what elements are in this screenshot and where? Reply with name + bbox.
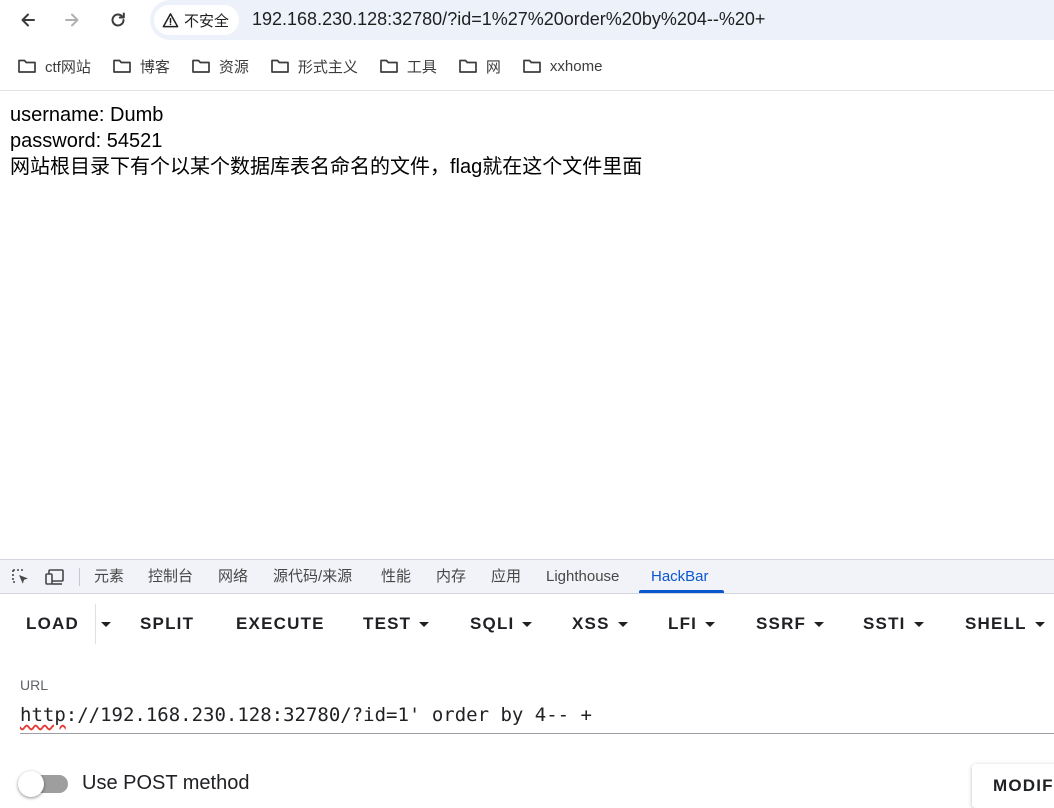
tab-network[interactable]: 网络: [218, 560, 248, 593]
url-scheme: http: [20, 704, 66, 726]
reload-button[interactable]: [104, 6, 132, 34]
bookmark-label: 工具: [406, 58, 437, 76]
bookmark-label: xxhome: [549, 57, 603, 75]
split-label: SPLIT: [140, 614, 195, 633]
dropdown-caret-icon: [913, 621, 924, 627]
ssti-label: SSTI: [863, 614, 906, 633]
bookmark-label: 形式主义: [297, 58, 358, 76]
devtools-tabbar: 元素 控制台 网络 源代码/来源 性能 内存 应用 Lighthouse Hac…: [0, 559, 1054, 594]
folder-icon: [459, 59, 477, 73]
sqli-label: SQLI: [470, 614, 515, 633]
load-button[interactable]: LOAD: [26, 614, 79, 634]
dropdown-caret-icon: [419, 621, 430, 627]
url-text[interactable]: 192.168.230.128:32780/?id=1%27%20order%2…: [252, 9, 765, 30]
tabbar-separator: [79, 568, 80, 586]
xss-label: XSS: [572, 614, 610, 633]
split-button[interactable]: SPLIT: [140, 614, 194, 634]
test-label: TEST: [363, 614, 412, 633]
shell-label: SHELL: [965, 614, 1027, 633]
xss-menu-button[interactable]: XSS: [572, 614, 628, 634]
security-chip[interactable]: 不安全: [154, 5, 240, 35]
bookmark-folder-formalism[interactable]: 形式主义: [270, 51, 358, 81]
url-remainder: ://192.168.230.128:32780/?id=1' order by…: [65, 704, 592, 726]
ssrf-label: SSRF: [756, 614, 807, 633]
bookmark-folder-ctf[interactable]: ctf网站: [17, 51, 91, 81]
tab-hackbar[interactable]: HackBar: [651, 560, 709, 593]
security-label: 不安全: [184, 12, 230, 30]
load-label: LOAD: [26, 614, 79, 633]
reload-icon: [111, 12, 125, 27]
device-toolbar-icon[interactable]: [44, 567, 66, 587]
test-menu-button[interactable]: TEST: [363, 614, 430, 634]
dropdown-caret-icon: [617, 621, 628, 627]
dropdown-caret-icon: [705, 621, 716, 627]
post-method-toggle-knob[interactable]: [18, 771, 44, 797]
tab-console[interactable]: 控制台: [148, 560, 193, 593]
folder-icon: [18, 59, 36, 73]
bookmark-label: 资源: [218, 58, 249, 76]
bookmarks-bar: ctf网站 博客 资源 形式主义 工具 网 xxhome: [0, 46, 1054, 86]
hackbar-toolbar: LOAD SPLIT EXECUTE TEST SQLI XSS LFI SSR…: [0, 594, 1054, 654]
inspect-element-icon[interactable]: [10, 567, 32, 587]
tab-elements[interactable]: 元素: [94, 560, 124, 593]
tab-sources[interactable]: 源代码/来源: [273, 560, 352, 593]
post-method-label: Use POST method: [82, 772, 250, 794]
tab-memory[interactable]: 内存: [436, 560, 466, 593]
folder-icon: [380, 59, 398, 73]
tab-performance[interactable]: 性能: [381, 560, 411, 593]
bookmark-folder-blog[interactable]: 博客: [112, 51, 170, 81]
hackbar-url-input[interactable]: http://192.168.230.128:32780/?id=1' orde…: [20, 701, 1054, 734]
username-line: username: Dumb: [10, 104, 164, 126]
lfi-menu-button[interactable]: LFI: [668, 614, 716, 634]
folder-icon: [192, 59, 210, 73]
browser-toolbar: 不安全 192.168.230.128:32780/?id=1%27%20ord…: [0, 0, 1054, 40]
active-tab-indicator: [639, 590, 724, 593]
load-dropdown-icon[interactable]: [101, 622, 111, 627]
lfi-label: LFI: [668, 614, 698, 633]
dropdown-caret-icon: [522, 621, 533, 627]
execute-button[interactable]: EXECUTE: [236, 614, 325, 634]
hint-line: 网站根目录下有个以某个数据库表名命名的文件，flag就在这个文件里面: [10, 156, 643, 178]
bookmarks-divider: [0, 90, 1054, 91]
folder-icon: [271, 59, 289, 73]
modify-header-button[interactable]: MODIFY HEADER: [972, 764, 1054, 808]
execute-label: EXECUTE: [236, 614, 325, 633]
forward-button[interactable]: [58, 6, 86, 34]
password-line: password: 54521: [10, 130, 163, 152]
bookmark-folder-resources[interactable]: 资源: [191, 51, 249, 81]
shell-menu-button[interactable]: SHELL: [965, 614, 1045, 634]
back-button[interactable]: [14, 6, 42, 34]
ssrf-menu-button[interactable]: SSRF: [756, 614, 825, 634]
url-field-label: URL: [20, 677, 49, 693]
tab-lighthouse[interactable]: Lighthouse: [546, 560, 619, 593]
arrow-left-icon: [21, 13, 35, 27]
dropdown-caret-icon: [1034, 621, 1045, 627]
load-separator: [95, 604, 96, 644]
devtools-panel: 元素 控制台 网络 源代码/来源 性能 内存 应用 Lighthouse Hac…: [0, 559, 1054, 808]
address-bar[interactable]: 不安全 192.168.230.128:32780/?id=1%27%20ord…: [150, 0, 1054, 40]
sqli-menu-button[interactable]: SQLI: [470, 614, 533, 634]
tab-application[interactable]: 应用: [491, 560, 521, 593]
bookmark-folder-xxhome[interactable]: xxhome: [522, 51, 603, 81]
dropdown-caret-icon: [814, 621, 825, 627]
bookmark-label: 网: [485, 58, 501, 76]
bookmark-label: 博客: [139, 58, 170, 76]
arrow-right-icon: [65, 13, 79, 27]
ssti-menu-button[interactable]: SSTI: [863, 614, 924, 634]
bookmark-folder-web[interactable]: 网: [458, 51, 501, 81]
page-content: username: Dumb password: 54521 网站根目录下有个以…: [10, 102, 642, 180]
folder-icon: [523, 59, 541, 73]
warning-icon: [162, 12, 179, 27]
folder-icon: [112, 59, 131, 73]
bookmark-folder-tools[interactable]: 工具: [379, 51, 437, 81]
bookmark-label: ctf网站: [45, 58, 91, 76]
